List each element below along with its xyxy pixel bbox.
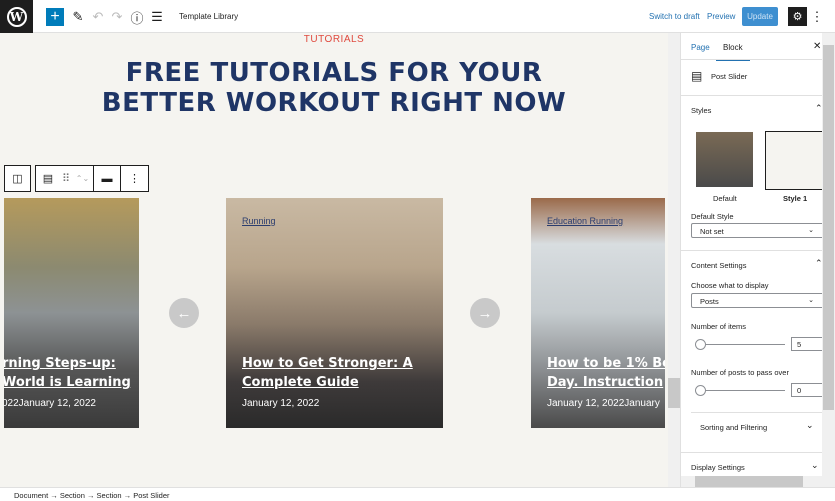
chevron-down-icon: ⌄ bbox=[811, 460, 819, 470]
items-slider[interactable] bbox=[695, 339, 785, 350]
tab-block[interactable]: Block bbox=[723, 43, 743, 52]
wordpress-logo-button[interactable]: W bbox=[0, 0, 33, 33]
layout-icon: ◫ bbox=[12, 173, 23, 185]
scrollbar-thumb[interactable] bbox=[823, 45, 834, 410]
editor-top-bar: W + ✎ ↶ ↷ ⓘ ☰ Template Library Switch to… bbox=[0, 0, 835, 33]
items-number-input[interactable]: 5 bbox=[791, 337, 822, 351]
more-options-icon[interactable]: ⋮ bbox=[121, 166, 148, 191]
breadcrumb[interactable]: Document → Section → Section → Post Slid… bbox=[0, 487, 835, 501]
default-style-select[interactable]: Not set ⌄ bbox=[691, 223, 822, 238]
sorting-label: Sorting and Filtering bbox=[700, 423, 768, 432]
offset-label: Number of posts to pass over bbox=[691, 368, 789, 377]
scrollbar-thumb[interactable] bbox=[668, 378, 680, 408]
scrollbar-thumb[interactable] bbox=[695, 476, 803, 487]
edit-pencil-icon[interactable]: ✎ bbox=[69, 8, 87, 26]
post-card[interactable]: Running How to Get Stronger: A Complete G… bbox=[226, 198, 443, 428]
display-select[interactable]: Posts ⌄ bbox=[691, 293, 822, 308]
section-eyebrow: TUTORIALS bbox=[303, 34, 365, 45]
content-settings-panel: Content Settings ⌃ Choose what to displa… bbox=[681, 250, 822, 412]
canvas-scrollbar[interactable] bbox=[668, 33, 680, 487]
post-title[interactable]: How to be 1% BetterDay. Instruction bbox=[547, 354, 665, 392]
document-title[interactable]: Template Library bbox=[179, 12, 238, 21]
slider-knob[interactable] bbox=[695, 339, 706, 350]
headline-line: FREE TUTORIALS FOR YOUR bbox=[125, 58, 543, 88]
post-date: January 12, 2022 bbox=[242, 398, 320, 409]
style-label: Default bbox=[713, 194, 737, 203]
redo-icon[interactable]: ↷ bbox=[108, 8, 126, 26]
display-settings-label: Display Settings bbox=[691, 463, 745, 472]
collapse-chevron-icon[interactable]: ⌃ bbox=[815, 103, 822, 114]
preview-button[interactable]: Preview bbox=[707, 12, 735, 21]
block-name: Post Slider bbox=[711, 72, 748, 81]
settings-gear-button[interactable]: ⚙ bbox=[788, 7, 807, 26]
style-default-thumbnail[interactable] bbox=[696, 132, 753, 187]
editor-canvas: TUTORIALS FREE TUTORIALS FOR YOUR BETTER … bbox=[0, 33, 668, 487]
post-card[interactable]: rning Steps-up: World is Learning 022Janu… bbox=[4, 198, 139, 428]
settings-sidebar: Page Block ✕ ▤ Post Slider Styles ⌃ Defa… bbox=[680, 33, 822, 487]
drag-handle-icon[interactable]: ⠿ bbox=[60, 166, 72, 191]
section-headline: FREE TUTORIALS FOR YOUR BETTER WORKOUT RI… bbox=[0, 58, 668, 118]
parent-block-button[interactable]: ◫ bbox=[4, 165, 31, 192]
post-title[interactable]: rning Steps-up: World is Learning bbox=[4, 354, 131, 392]
post-category[interactable]: Education Running bbox=[547, 216, 623, 226]
slider-next-arrow[interactable]: → bbox=[470, 298, 500, 328]
offset-slider[interactable] bbox=[695, 385, 785, 396]
post-title[interactable]: How to Get Stronger: A Complete Guide bbox=[242, 354, 413, 392]
info-icon[interactable]: ⓘ bbox=[128, 8, 146, 26]
post-slider-icon[interactable]: ▤ bbox=[36, 166, 60, 191]
post-card[interactable]: Education Running How to be 1% BetterDay… bbox=[531, 198, 665, 428]
content-settings-heading[interactable]: Content Settings bbox=[691, 261, 746, 270]
offset-number-input[interactable]: 0 bbox=[791, 383, 822, 397]
style-label: Style 1 bbox=[783, 194, 808, 203]
list-view-icon[interactable]: ☰ bbox=[148, 8, 166, 26]
update-button[interactable]: Update bbox=[742, 7, 778, 26]
post-category[interactable]: Running bbox=[242, 216, 276, 226]
sidebar-scrollbar[interactable] bbox=[822, 33, 835, 487]
tab-page[interactable]: Page bbox=[691, 43, 710, 52]
styles-heading[interactable]: Styles bbox=[691, 106, 711, 115]
style-1-thumbnail[interactable] bbox=[765, 131, 822, 190]
chevron-down-icon: ⌄ bbox=[808, 297, 814, 304]
post-slider-icon: ▤ bbox=[691, 69, 703, 83]
wordpress-icon: W bbox=[6, 6, 27, 27]
add-block-button[interactable]: + bbox=[46, 8, 64, 26]
default-style-label: Default Style bbox=[691, 212, 734, 221]
styles-panel: Styles ⌃ Default Style 1 Default Style N… bbox=[681, 95, 822, 250]
align-icon[interactable]: ▬ bbox=[94, 166, 121, 191]
close-sidebar-icon[interactable]: ✕ bbox=[813, 41, 821, 52]
switch-to-draft-button[interactable]: Switch to draft bbox=[649, 12, 700, 21]
options-kebab-icon[interactable]: ⋮ bbox=[808, 8, 826, 26]
undo-icon[interactable]: ↶ bbox=[89, 8, 107, 26]
items-label: Number of items bbox=[691, 322, 747, 331]
chevron-down-icon: ⌄ bbox=[806, 420, 814, 430]
slider-prev-arrow[interactable]: ← bbox=[169, 298, 199, 328]
horizontal-scrollbar[interactable] bbox=[681, 476, 822, 487]
block-card: ▤ Post Slider bbox=[681, 59, 822, 95]
sorting-filtering-toggle[interactable]: Sorting and Filtering ⌄ bbox=[691, 412, 822, 452]
display-label: Choose what to display bbox=[691, 281, 769, 290]
move-up-down-icon[interactable]: ⌃⌄ bbox=[72, 166, 94, 191]
post-date: 022January 12, 2022 bbox=[4, 398, 96, 409]
post-date: January 12, 2022January bbox=[547, 398, 660, 409]
collapse-chevron-icon[interactable]: ⌃ bbox=[815, 258, 822, 269]
block-toolbar: ▤ ⠿ ⌃⌄ ▬ ⋮ bbox=[35, 165, 149, 192]
headline-line: BETTER WORKOUT RIGHT NOW bbox=[101, 88, 567, 118]
chevron-down-icon: ⌄ bbox=[808, 227, 814, 234]
slider-knob[interactable] bbox=[695, 385, 706, 396]
